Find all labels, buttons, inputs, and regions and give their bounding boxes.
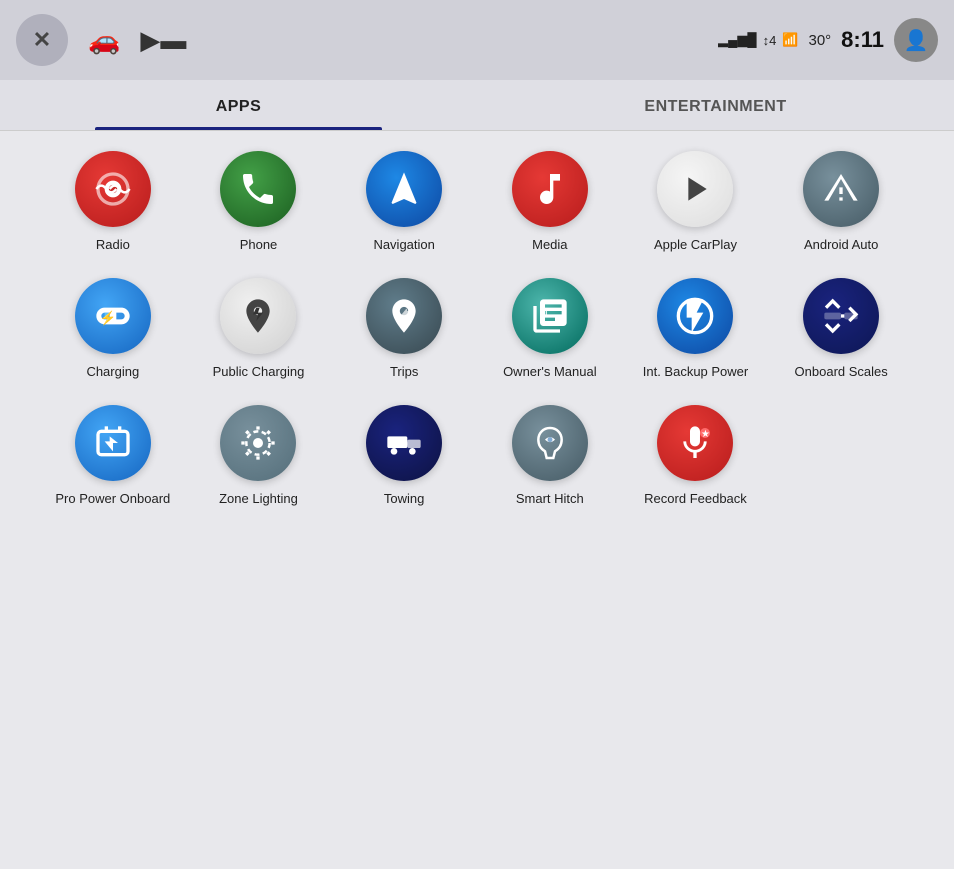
charging-label: Charging: [86, 364, 139, 381]
app-record-feedback[interactable]: ★ Record Feedback: [623, 405, 769, 508]
apps-grid: Radio Phone Navigation Media: [40, 151, 914, 508]
app-smart-hitch[interactable]: Smart Hitch: [477, 405, 623, 508]
phone-icon: [220, 151, 296, 227]
smart-hitch-icon: [512, 405, 588, 481]
tab-apps[interactable]: APPS: [0, 80, 477, 130]
smart-hitch-label: Smart Hitch: [516, 491, 584, 508]
app-media[interactable]: Media: [477, 151, 623, 254]
onboard-scales-label: Onboard Scales: [795, 364, 888, 381]
top-bar-right: ▂▄▆█ ↕4 📶 30° 8:11 👤: [718, 18, 938, 62]
svg-text:⚡: ⚡: [99, 310, 116, 327]
top-bar-left: ✕ 🚗 ▶▬: [16, 14, 186, 66]
svg-text:★: ★: [701, 428, 710, 438]
charging-icon: ⚡: [75, 278, 151, 354]
app-zone-lighting[interactable]: Zone Lighting: [186, 405, 332, 508]
android-auto-icon: [803, 151, 879, 227]
navigation-label: Navigation: [373, 237, 434, 254]
record-feedback-icon: ★: [657, 405, 733, 481]
app-pro-power-onboard[interactable]: Pro Power Onboard: [40, 405, 186, 508]
phone-label: Phone: [240, 237, 278, 254]
int-backup-power-label: Int. Backup Power: [643, 364, 749, 381]
svg-text:i: i: [545, 308, 548, 321]
radio-label: Radio: [96, 237, 130, 254]
navigation-icon: [366, 151, 442, 227]
towing-icon: [366, 405, 442, 481]
tab-bar: APPS ENTERTAINMENT: [0, 80, 954, 131]
app-android-auto[interactable]: Android Auto: [768, 151, 914, 254]
public-charging-label: Public Charging: [213, 364, 305, 381]
app-onboard-scales[interactable]: Onboard Scales: [768, 278, 914, 381]
zone-lighting-icon: [220, 405, 296, 481]
app-towing[interactable]: Towing: [331, 405, 477, 508]
int-backup-power-icon: [657, 278, 733, 354]
time-display: 8:11: [841, 27, 884, 53]
wifi-icon: 📶: [782, 32, 798, 48]
apple-carplay-label: Apple CarPlay: [654, 237, 737, 254]
close-button[interactable]: ✕: [16, 14, 68, 66]
media-icon: ▶▬: [140, 25, 186, 56]
signal-icons: ▂▄▆█ ↕4 📶: [718, 32, 798, 48]
data-icon: ↕4: [763, 33, 777, 48]
pro-power-onboard-label: Pro Power Onboard: [55, 491, 170, 508]
app-owners-manual[interactable]: i Owner's Manual: [477, 278, 623, 381]
towing-label: Towing: [384, 491, 424, 508]
owners-manual-label: Owner's Manual: [503, 364, 597, 381]
android-auto-label: Android Auto: [804, 237, 878, 254]
app-trips[interactable]: Trips: [331, 278, 477, 381]
radio-icon: [75, 151, 151, 227]
car-icon: 🚗: [88, 25, 120, 56]
media-label: Media: [532, 237, 567, 254]
app-charging[interactable]: ⚡ Charging: [40, 278, 186, 381]
app-public-charging[interactable]: Public Charging: [186, 278, 332, 381]
trips-icon: [366, 278, 442, 354]
media-app-icon: [512, 151, 588, 227]
app-radio[interactable]: Radio: [40, 151, 186, 254]
signal-bar-icon: ▂▄▆█: [718, 32, 756, 48]
zone-lighting-label: Zone Lighting: [219, 491, 298, 508]
app-apple-carplay[interactable]: Apple CarPlay: [623, 151, 769, 254]
public-charging-icon: [220, 278, 296, 354]
trips-label: Trips: [390, 364, 418, 381]
apps-container: Radio Phone Navigation Media: [0, 131, 954, 518]
temperature-display: 30°: [808, 32, 831, 49]
top-bar: ✕ 🚗 ▶▬ ▂▄▆█ ↕4 📶 30° 8:11 👤: [0, 0, 954, 80]
apple-carplay-icon: [657, 151, 733, 227]
app-phone[interactable]: Phone: [186, 151, 332, 254]
user-avatar[interactable]: 👤: [894, 18, 938, 62]
app-int-backup-power[interactable]: Int. Backup Power: [623, 278, 769, 381]
app-navigation[interactable]: Navigation: [331, 151, 477, 254]
pro-power-onboard-icon: [75, 405, 151, 481]
tab-entertainment[interactable]: ENTERTAINMENT: [477, 80, 954, 130]
owners-manual-icon: i: [512, 278, 588, 354]
record-feedback-label: Record Feedback: [644, 491, 747, 508]
onboard-scales-icon: [803, 278, 879, 354]
